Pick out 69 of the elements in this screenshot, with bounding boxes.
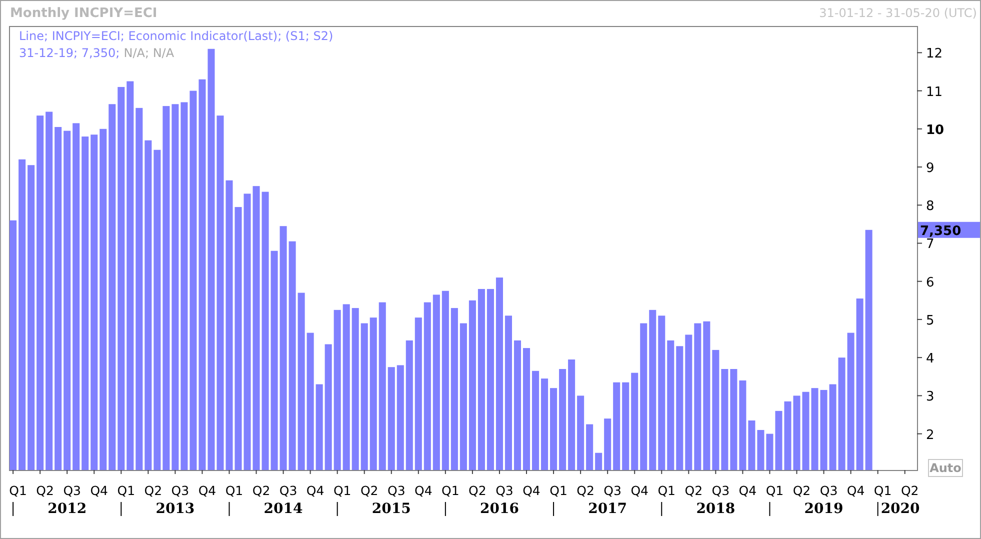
chart-bar — [604, 418, 612, 470]
year-label: 2019 — [804, 501, 844, 517]
legend-value: 31-12-19; 7,350; — [19, 46, 120, 61]
year-label: 2017 — [588, 501, 628, 517]
axis-tick-label: Q1 — [550, 483, 568, 498]
axis-tick-label: 3 — [926, 390, 934, 405]
year-label: 2016 — [480, 501, 519, 517]
year-label: 2014 — [264, 501, 303, 517]
chart-bar — [766, 434, 774, 470]
axis-tick-label: Q1 — [658, 483, 676, 498]
date-range: 31-01-12 - 31-05-20 (UTC) — [819, 6, 977, 20]
axis-tick-label: Q3 — [820, 483, 838, 498]
year-label: 2015 — [372, 501, 411, 517]
axis-tick-label: Q1 — [117, 483, 136, 498]
year-label: 2012 — [48, 501, 87, 517]
axis-tick-label: Q2 — [684, 483, 703, 498]
axis-tick-label: 7 — [926, 237, 934, 252]
axis-tick-label: Q4 — [630, 483, 648, 498]
chart-bar — [784, 401, 792, 470]
axis-tick-label: Q1 — [874, 483, 892, 498]
axis-tick-label: Q2 — [576, 483, 594, 498]
axis-tick-label: Q3 — [171, 483, 190, 498]
axis-tick-label: 10 — [926, 122, 944, 138]
axis-tick-label: Q3 — [279, 483, 298, 498]
axis-tick-label: Q4 — [414, 483, 432, 498]
axis-tick-label: Q4 — [306, 483, 324, 498]
legend-value: N/A; N/A — [124, 46, 174, 61]
legend-series: Line; INCPIY=ECI; Economic Indicator(Last); (S1; S2) — [19, 29, 334, 44]
chart-bar — [586, 424, 594, 470]
chart-bar — [757, 430, 764, 470]
axis-tick-label: Q3 — [388, 483, 406, 498]
axis-tick-label: Q2 — [252, 483, 270, 498]
axis-tick-label: Q1 — [442, 483, 460, 498]
axis-tick-label: Q3 — [712, 483, 730, 498]
axis-tick-label: Q3 — [63, 483, 81, 498]
axis-tick-label: Q1 — [333, 483, 352, 498]
axis-tick-label: Q3 — [604, 483, 622, 498]
chart-bar — [595, 452, 602, 470]
axis-tick-label: Q2 — [360, 483, 378, 498]
chart-bar — [748, 420, 756, 470]
last-value-badge: 7,350 — [918, 222, 980, 239]
year-label: 2018 — [696, 501, 736, 517]
axis-tick-label: 12 — [926, 46, 943, 62]
axis-tick-label: 4 — [926, 352, 934, 367]
axis-tick-label: Q4 — [738, 483, 757, 498]
axis-tick-label: Q4 — [90, 483, 108, 498]
axis-tick-label: Q4 — [198, 483, 216, 498]
axis-tick-label: 8 — [926, 199, 934, 214]
axis-tick-label: 11 — [926, 84, 943, 100]
axis-tick-label: Q2 — [468, 483, 486, 498]
axis-tick-label: Q2 — [36, 483, 54, 498]
year-label: 2013 — [156, 501, 195, 517]
chart-bar — [775, 410, 782, 470]
axis-tick-label: 5 — [926, 313, 934, 328]
axis-tick-label: Q4 — [522, 483, 540, 498]
axis-tick-label: 6 — [926, 275, 934, 290]
chart-title: Monthly INCPIY=ECI — [10, 6, 158, 20]
axis-tick-label: Q2 — [900, 483, 919, 498]
axis-tick-label: Q3 — [496, 483, 514, 498]
axis-tick-label: Q2 — [144, 483, 162, 498]
axis-tick-label: 9 — [926, 161, 934, 176]
axis-tick-label: Q1 — [9, 483, 27, 498]
axis-tick-label: Q2 — [792, 483, 811, 498]
axis-tick-label: 2 — [926, 428, 934, 443]
auto-scale-button[interactable]: Auto — [928, 459, 963, 477]
year-label: 2020 — [880, 501, 920, 517]
axis-tick-label: Q1 — [766, 483, 784, 498]
axis-tick-label: Q4 — [846, 483, 865, 498]
axis-tick-label: Q1 — [225, 483, 244, 498]
